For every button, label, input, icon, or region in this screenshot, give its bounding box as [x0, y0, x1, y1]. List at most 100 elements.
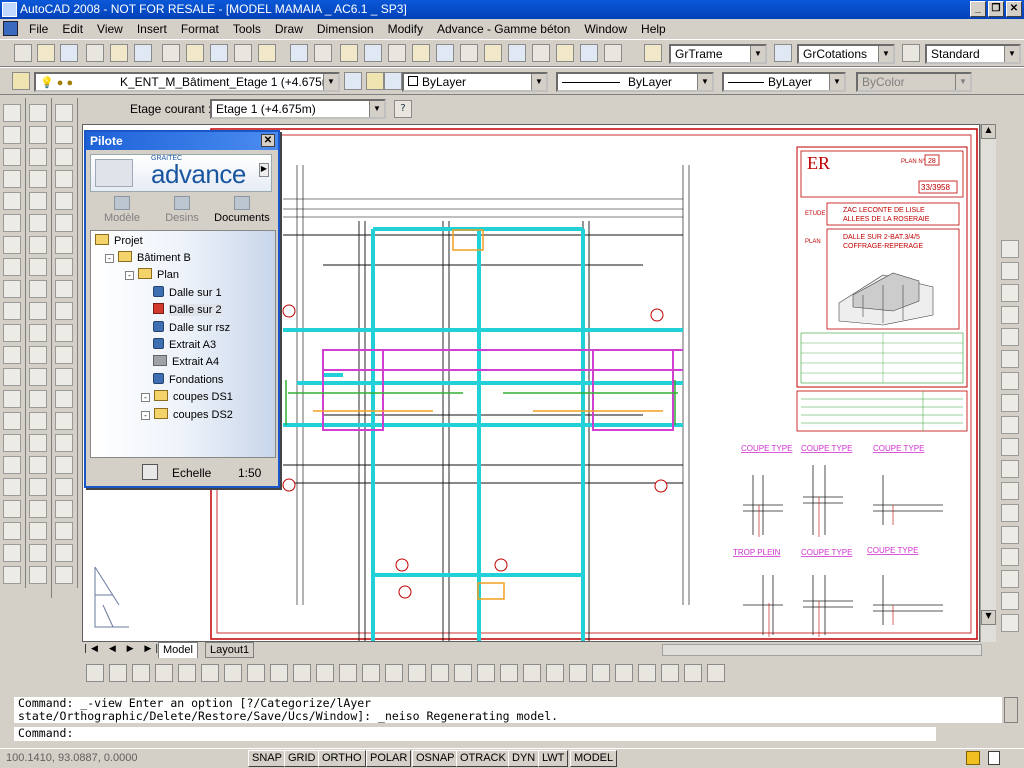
copy-icon[interactable]	[186, 44, 204, 62]
scale-icon[interactable]	[29, 258, 47, 276]
tree-item[interactable]: Fondations	[153, 372, 223, 388]
menu-item-view[interactable]: View	[90, 22, 130, 36]
tolerance-icon[interactable]	[1001, 504, 1019, 522]
continue-icon[interactable]	[1001, 460, 1019, 478]
extend-icon[interactable]	[29, 324, 47, 342]
id-point-icon[interactable]	[55, 280, 73, 298]
object-snap-3-icon[interactable]	[132, 664, 150, 682]
object-snap-12-icon[interactable]	[339, 664, 357, 682]
chamfer-icon[interactable]	[29, 390, 47, 408]
tree-expander-icon[interactable]: -	[141, 393, 150, 402]
menu-item-advance-gamme-b-ton[interactable]: Advance - Gamme béton	[430, 22, 577, 36]
make-block-icon[interactable]	[3, 368, 21, 386]
group-icon[interactable]	[55, 192, 73, 210]
baseline-icon[interactable]	[1001, 438, 1019, 456]
tree-item[interactable]: Extrait A3	[153, 337, 216, 353]
polyline-icon[interactable]	[3, 148, 21, 166]
autocad-app-icon[interactable]	[2, 2, 17, 17]
object-snap-4-icon[interactable]	[155, 664, 173, 682]
toggle-otrack[interactable]: OTRACK	[456, 750, 510, 767]
circle-icon[interactable]	[3, 236, 21, 254]
matchprop-icon[interactable]	[234, 44, 252, 62]
preview-icon[interactable]	[110, 44, 128, 62]
object-snap-8-icon[interactable]	[247, 664, 265, 682]
object-snap-20-icon[interactable]	[523, 664, 541, 682]
object-snap-19-icon[interactable]	[500, 664, 518, 682]
dim-style-icon[interactable]	[644, 44, 662, 62]
color-combo[interactable]: ByLayer ▼	[402, 72, 548, 92]
table-style-combo[interactable]: Standard ▼	[925, 44, 1021, 64]
toggle-osnap[interactable]: OSNAP	[412, 750, 459, 767]
3d-sphere-icon[interactable]	[29, 522, 47, 540]
help-icon[interactable]	[580, 44, 598, 62]
dim-edit-icon[interactable]	[1001, 548, 1019, 566]
stretch-icon[interactable]	[29, 280, 47, 298]
layer-previous-icon[interactable]	[344, 72, 362, 90]
toggle-snap[interactable]: SNAP	[248, 750, 286, 767]
object-snap-14-icon[interactable]	[385, 664, 403, 682]
save-icon[interactable]	[60, 44, 78, 62]
toggle-grid[interactable]: GRID	[284, 750, 320, 767]
aligned-dim-icon[interactable]	[1001, 262, 1019, 280]
3d-torus-icon[interactable]	[29, 566, 47, 584]
designcenter-icon[interactable]	[460, 44, 478, 62]
zoom-window-icon[interactable]	[388, 44, 406, 62]
object-snap-21-icon[interactable]	[546, 664, 564, 682]
fly-icon[interactable]	[55, 522, 73, 540]
tree-item[interactable]: Projet	[95, 233, 143, 249]
region-icon[interactable]	[3, 456, 21, 474]
zoom-previous-icon[interactable]	[412, 44, 430, 62]
leader-icon[interactable]	[1001, 482, 1019, 500]
render-icon[interactable]	[55, 412, 73, 430]
object-snap-26-icon[interactable]	[661, 664, 679, 682]
material-icon[interactable]	[55, 434, 73, 452]
calculator-icon[interactable]	[556, 44, 574, 62]
explode-icon[interactable]	[29, 434, 47, 452]
construction-line-icon[interactable]	[3, 126, 21, 144]
distance-icon[interactable]	[55, 302, 73, 320]
toggle-dyn[interactable]: DYN	[508, 750, 540, 767]
vertical-scrollbar[interactable]: ▲ ▼	[980, 124, 996, 642]
pilote-close-button[interactable]: ✕	[261, 134, 275, 147]
linear-dim-icon[interactable]	[1001, 240, 1019, 258]
toggle-polar[interactable]: POLAR	[366, 750, 412, 767]
sheetset-icon[interactable]	[508, 44, 526, 62]
new-icon[interactable]	[14, 44, 32, 62]
menu-item-help[interactable]: Help	[634, 22, 673, 36]
dim-style-combo[interactable]: GrCotations ▼	[797, 44, 895, 64]
object-snap-16-icon[interactable]	[431, 664, 449, 682]
markup-icon[interactable]	[532, 44, 550, 62]
boundary-icon[interactable]	[55, 346, 73, 364]
tree-item[interactable]: - Bâtiment B	[105, 250, 191, 266]
pilote-tab-modèle[interactable]: Modèle	[92, 196, 152, 224]
object-snap-10-icon[interactable]	[293, 664, 311, 682]
object-snap-17-icon[interactable]	[454, 664, 472, 682]
spline-icon[interactable]	[3, 280, 21, 298]
array-icon[interactable]	[29, 192, 47, 210]
dim-style-control-icon[interactable]	[1001, 614, 1019, 632]
paint-icon[interactable]	[55, 104, 73, 122]
gradient-icon[interactable]	[3, 434, 21, 452]
ordinate-icon[interactable]	[1001, 306, 1019, 324]
redo-icon[interactable]	[314, 44, 332, 62]
arc-length-icon[interactable]	[1001, 284, 1019, 302]
tree-item[interactable]: - Plan	[125, 267, 179, 283]
warning-icon[interactable]	[966, 751, 980, 765]
restore-button[interactable]: ❐	[988, 1, 1004, 17]
3d-wedge-icon[interactable]	[29, 478, 47, 496]
paste-icon[interactable]	[210, 44, 228, 62]
dim-update-icon[interactable]	[1001, 592, 1019, 610]
publish-icon[interactable]	[134, 44, 152, 62]
cut-icon[interactable]	[162, 44, 180, 62]
jogged-icon[interactable]	[1001, 350, 1019, 368]
toggle-model[interactable]: MODEL	[570, 750, 618, 767]
3d-cone-icon[interactable]	[29, 500, 47, 518]
lock-icon[interactable]	[988, 751, 1000, 765]
banner-arrow-icon[interactable]: ▶	[259, 163, 269, 177]
menu-item-tools[interactable]: Tools	[226, 22, 268, 36]
minimize-button[interactable]: _	[970, 1, 986, 17]
scale-value[interactable]: 1:50	[238, 466, 261, 480]
layer-walk-icon[interactable]	[55, 566, 73, 584]
menu-item-format[interactable]: Format	[174, 22, 226, 36]
object-snap-5-icon[interactable]	[178, 664, 196, 682]
